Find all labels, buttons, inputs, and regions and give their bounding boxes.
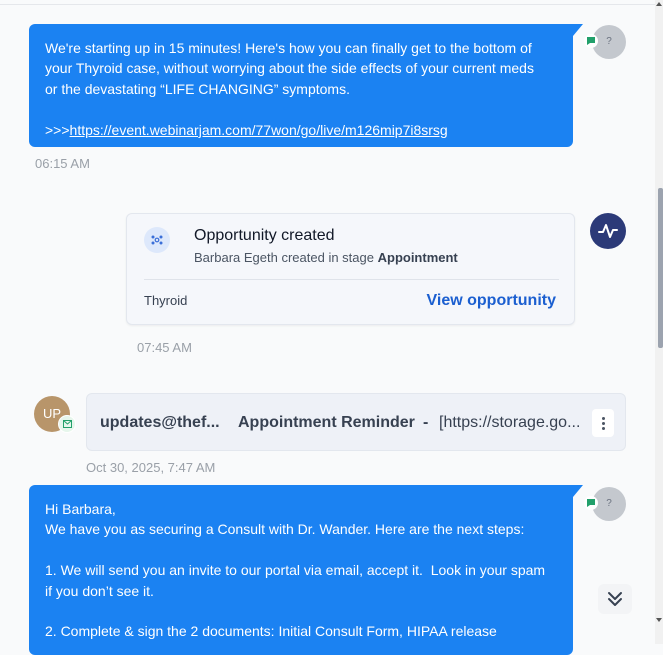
message-text-line: or the devastating “LIFE CHANGING” sympt… [45,80,350,97]
message-text-line: if you don’t see it. [45,582,154,599]
message-blank-line: ​ [45,601,557,621]
opportunity-card: Opportunity created Barbara Egeth create… [126,213,575,325]
opportunity-timestamp: 07:45 AM [137,340,192,355]
scroll-up-arrow-icon[interactable] [656,2,662,6]
outgoing-message-bubble: Hi Barbara, We have you as securing a Co… [29,485,583,655]
scroll-to-bottom-button[interactable] [598,584,632,614]
email-preview-card[interactable]: updates@thef... Appointment Reminder - [… [86,393,626,451]
message-text-line: We're starting up in 15 minutes! Here's … [45,40,532,56]
message-text-line: 1. We will send you an invite to our por… [45,562,546,579]
top-divider [0,4,655,5]
opportunity-title: Opportunity created [194,227,335,244]
message-text-line: your Thyroid case, without worrying abou… [45,60,534,77]
message-blank-line: ​ [45,99,557,119]
message-blank-line: ​ [45,540,557,560]
email-sender: updates@thef... [100,414,220,431]
opportunity-stage: Appointment [377,250,458,265]
message-link-line: >>>https://event.webinarjam.com/77won/go… [45,120,557,140]
opportunity-subtitle: Barbara Egeth created in stage Appointme… [194,250,458,265]
email-timestamp: Oct 30, 2025, 7:47 AM [86,460,216,475]
chat-icon [584,34,598,48]
message-link[interactable]: https://event.webinarjam.com/77won/go/li… [70,122,448,138]
scroll-down-arrow-icon[interactable] [656,618,662,622]
message-timestamp: 06:15 AM [35,156,90,171]
link-prefix: >>> [45,121,70,138]
opportunity-pipeline: Thyroid [144,293,188,308]
email-snippet: [https://storage.go... [439,414,581,431]
avatar-placeholder: ? [606,36,612,47]
opportunity-action: created in stage [281,250,374,265]
outgoing-message-bubble: We're starting up in 15 minutes! Here's … [29,24,583,147]
message-text-line: We have you as securing a Consult with D… [45,521,525,538]
activity-icon [590,213,626,249]
view-opportunity-link[interactable]: View opportunity [427,292,556,310]
message-text-line: 2. Complete & sign the 2 documents: Init… [45,623,497,640]
more-vertical-icon[interactable] [592,409,614,437]
scrollbar-thumb[interactable] [658,188,663,348]
email-separator: - [423,414,429,431]
chat-icon [584,496,598,510]
message-text-line: Hi Barbara, [45,501,116,517]
opportunity-icon [144,227,170,253]
opportunity-actor: Barbara Egeth [194,250,278,265]
avatar-placeholder: ? [606,498,612,509]
email-icon [58,415,76,433]
chevron-double-down-icon [608,592,622,606]
card-divider [144,279,559,280]
email-subject: Appointment Reminder [238,414,415,431]
